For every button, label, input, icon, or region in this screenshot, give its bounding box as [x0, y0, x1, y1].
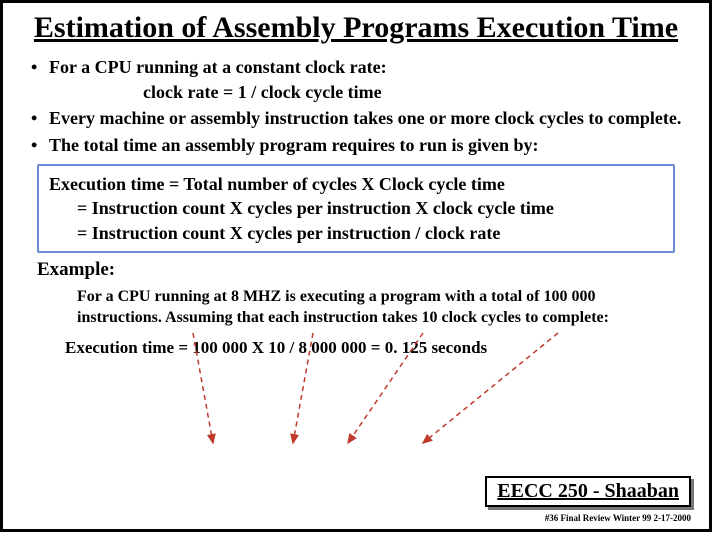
bullet-list: For a CPU running at a constant clock ra… — [31, 56, 689, 79]
formula-line-2: = Instruction count X cycles per instruc… — [49, 196, 663, 220]
footer-course-box: EECC 250 - Shaaban — [485, 476, 691, 507]
example-body: For a CPU running at 8 MHZ is executing … — [77, 287, 669, 329]
formula-line-1: Execution time = Total number of cycles … — [49, 172, 663, 196]
bullet-1-sub: clock rate = 1 / clock cycle time — [143, 82, 689, 103]
formula-box: Execution time = Total number of cycles … — [37, 164, 675, 253]
bullet-3: The total time an assembly program requi… — [31, 134, 689, 157]
bullet-2: Every machine or assembly instruction ta… — [31, 107, 689, 130]
bullet-list-2: Every machine or assembly instruction ta… — [31, 107, 689, 156]
footer-meta: #36 Final Review Winter 99 2-17-2000 — [545, 513, 691, 523]
example-label: Example: — [37, 259, 689, 281]
slide-frame: Estimation of Assembly Programs Executio… — [0, 0, 712, 532]
slide-title: Estimation of Assembly Programs Executio… — [23, 11, 689, 46]
formula-line-3: = Instruction count X cycles per instruc… — [49, 221, 663, 245]
bullet-1: For a CPU running at a constant clock ra… — [31, 56, 689, 79]
example-calc: Execution time = 100 000 X 10 / 8 000 00… — [65, 338, 689, 358]
